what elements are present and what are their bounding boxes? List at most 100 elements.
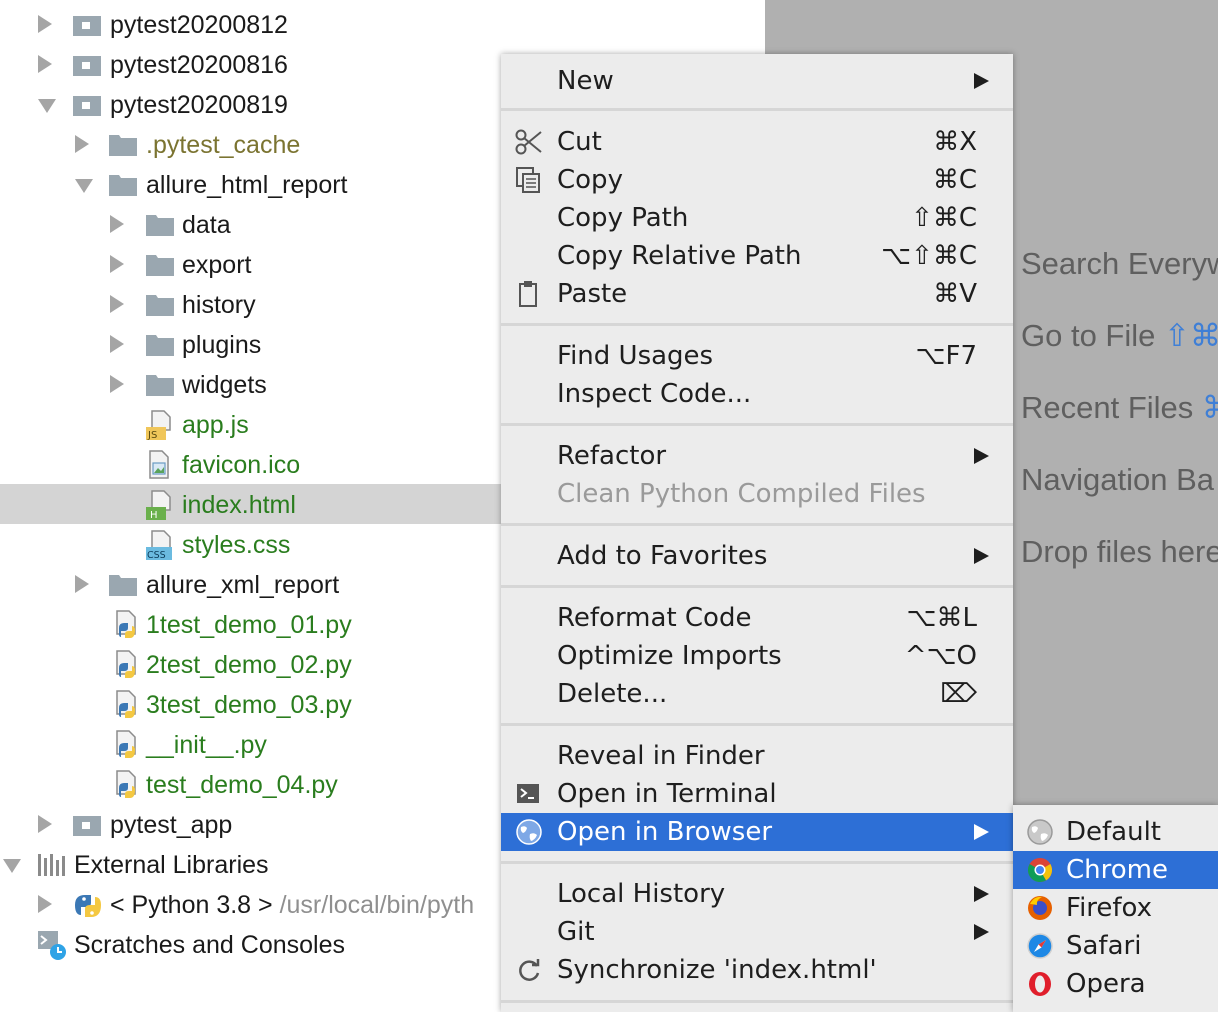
tree-item-label: widgets <box>182 371 267 399</box>
menu-item-copy-relative-path[interactable]: Copy Relative Path ⌥⇧⌘C <box>501 237 1013 275</box>
menu-item-git[interactable]: Git <box>501 913 1013 951</box>
module-folder-icon <box>73 54 101 76</box>
menu-item-new[interactable]: New <box>501 62 1013 100</box>
tree-item-label: plugins <box>182 331 262 359</box>
context-menu: New Cut ⌘X Copy ⌘C Copy Path ⇧⌘C Copy Re… <box>501 54 1013 1012</box>
tree-item-label: styles.css <box>182 531 291 559</box>
tree-item-label: __init__.py <box>146 731 267 759</box>
svg-text:JS: JS <box>147 430 157 440</box>
browser-item-chrome[interactable]: Chrome <box>1013 851 1218 889</box>
submenu-arrow-icon <box>974 548 989 564</box>
menu-item-optimize-imports[interactable]: Optimize Imports ^⌥O <box>501 637 1013 675</box>
menu-item-inspect-code[interactable]: Inspect Code... <box>501 375 1013 413</box>
tree-item-label: allure_html_report <box>146 171 348 199</box>
menu-item-copy[interactable]: Copy ⌘C <box>501 161 1013 199</box>
python-file-icon <box>113 650 141 680</box>
css-file-icon: CSS <box>146 530 174 561</box>
menu-separator <box>501 523 1013 526</box>
svg-text:CSS: CSS <box>147 550 166 560</box>
expand-arrow-icon[interactable] <box>38 815 52 833</box>
tree-item-label: .pytest_cache <box>146 131 301 159</box>
folder-icon <box>146 374 174 396</box>
browser-item-opera[interactable]: Opera <box>1013 965 1218 1003</box>
svg-text:H: H <box>150 510 158 520</box>
python-file-icon <box>113 730 141 760</box>
submenu-arrow-icon <box>974 886 989 902</box>
expand-arrow-icon[interactable] <box>38 55 52 73</box>
safari-icon <box>1026 932 1054 960</box>
expand-arrow-icon[interactable] <box>38 895 52 913</box>
expand-arrow-icon[interactable] <box>75 135 89 153</box>
menu-item-delete[interactable]: Delete... ⌦ <box>501 675 1013 713</box>
html-file-icon: H <box>146 490 174 521</box>
menu-separator <box>501 723 1013 726</box>
folder-icon <box>146 214 174 236</box>
submenu-arrow-icon <box>974 824 989 840</box>
sdk-path: /usr/local/bin/pyth <box>279 891 475 919</box>
globe-icon <box>1026 818 1054 846</box>
expand-arrow-icon[interactable] <box>110 335 124 353</box>
menu-item-reveal-in-finder[interactable]: Reveal in Finder <box>501 737 1013 775</box>
browser-item-safari[interactable]: Safari <box>1013 927 1218 965</box>
collapse-arrow-icon[interactable] <box>3 859 21 873</box>
collapse-arrow-icon[interactable] <box>75 179 93 193</box>
library-icon <box>37 852 65 878</box>
browser-item-default[interactable]: Default <box>1013 813 1218 851</box>
tree-item-label: pytest20200816 <box>110 51 288 79</box>
menu-item-copy-path[interactable]: Copy Path ⇧⌘C <box>501 199 1013 237</box>
expand-arrow-icon[interactable] <box>38 15 52 33</box>
collapse-arrow-icon[interactable] <box>38 99 56 113</box>
expand-arrow-icon[interactable] <box>110 375 124 393</box>
browser-item-firefox[interactable]: Firefox <box>1013 889 1218 927</box>
tree-item-label: export <box>182 251 252 279</box>
tree-item-label: 3test_demo_03.py <box>146 691 352 719</box>
python-file-icon <box>113 690 141 720</box>
expand-arrow-icon[interactable] <box>110 295 124 313</box>
menu-separator <box>501 1000 1013 1003</box>
firefox-icon <box>1026 894 1054 922</box>
browser-submenu: Default Chrome Firefox Safari Opera <box>1013 805 1218 1012</box>
expand-arrow-icon[interactable] <box>75 575 89 593</box>
menu-separator <box>501 585 1013 588</box>
tree-item-label: test_demo_04.py <box>146 771 338 799</box>
menu-item-local-history[interactable]: Local History <box>501 875 1013 913</box>
copy-icon <box>515 166 543 194</box>
tree-item-label: External Libraries <box>74 851 269 879</box>
folder-icon <box>146 254 174 276</box>
tree-item-label: 1test_demo_01.py <box>146 611 352 639</box>
tree-item-label: allure_xml_report <box>146 571 340 599</box>
tree-item-label: app.js <box>182 411 249 439</box>
expand-arrow-icon[interactable] <box>110 215 124 233</box>
tree-item-label: index.html <box>182 491 296 519</box>
tree-item-label: pytest20200812 <box>110 11 288 39</box>
python-logo-icon <box>73 891 101 919</box>
submenu-arrow-icon <box>974 924 989 940</box>
folder-icon <box>146 294 174 316</box>
menu-item-find-usages[interactable]: Find Usages ⌥F7 <box>501 337 1013 375</box>
hint-go-to-file: Go to File ⇧⌘ <box>1021 318 1218 353</box>
hint-drop-files: Drop files here <box>1021 534 1218 569</box>
menu-item-refactor[interactable]: Refactor <box>501 437 1013 475</box>
hint-recent-files: Recent Files ⌘ <box>1021 390 1218 425</box>
menu-item-synchronize[interactable]: Synchronize 'index.html' <box>501 951 1013 989</box>
submenu-arrow-icon <box>974 448 989 464</box>
menu-separator <box>501 861 1013 864</box>
tree-item-label: Scratches and Consoles <box>74 931 345 959</box>
clipboard-icon <box>515 280 543 308</box>
javascript-file-icon: JS <box>146 410 174 441</box>
menu-item-paste[interactable]: Paste ⌘V <box>501 275 1013 313</box>
expand-arrow-icon[interactable] <box>110 255 124 273</box>
menu-item-clean-python-compiled: Clean Python Compiled Files <box>557 479 926 509</box>
menu-item-reformat-code[interactable]: Reformat Code ⌥⌘L <box>501 599 1013 637</box>
tree-item-label: favicon.ico <box>182 451 301 479</box>
python-file-icon <box>113 610 141 640</box>
menu-item-cut[interactable]: Cut ⌘X <box>501 123 1013 161</box>
tree-item-pytest20200812[interactable]: pytest20200812 <box>0 4 765 44</box>
menu-separator <box>501 323 1013 326</box>
menu-item-add-to-favorites[interactable]: Add to Favorites <box>501 537 1013 575</box>
hint-search-everywhere: Search Everyw <box>1021 246 1218 281</box>
menu-separator <box>501 423 1013 426</box>
menu-item-open-in-browser[interactable]: Open in Browser <box>501 813 1013 851</box>
menu-item-open-in-terminal[interactable]: Open in Terminal <box>501 775 1013 813</box>
module-folder-icon <box>73 14 101 36</box>
